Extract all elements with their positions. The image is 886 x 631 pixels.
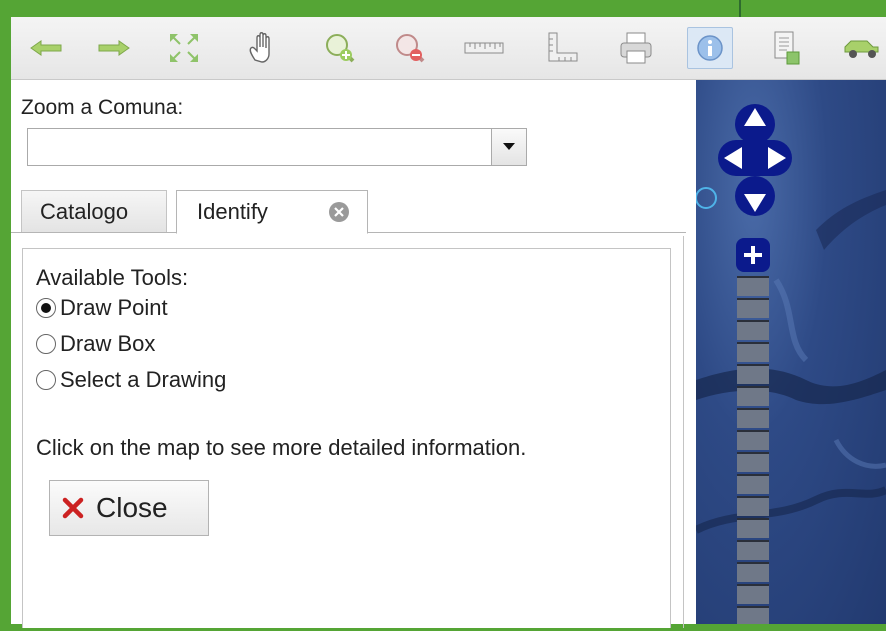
measure-distance-button[interactable] bbox=[461, 27, 507, 69]
full-extent-button[interactable] bbox=[161, 27, 207, 69]
zoom-level-step[interactable] bbox=[737, 364, 769, 384]
frame-left bbox=[0, 0, 11, 631]
info-icon bbox=[697, 35, 723, 61]
next-extent-button[interactable] bbox=[91, 27, 137, 69]
map-toolbar bbox=[11, 17, 886, 80]
printer-icon bbox=[620, 32, 652, 64]
select-drawing-option[interactable]: Select a Drawing bbox=[36, 367, 226, 393]
select-drawing-radio[interactable] bbox=[36, 370, 56, 390]
pan-button[interactable] bbox=[239, 27, 285, 69]
arrow-left-icon bbox=[30, 40, 62, 56]
identify-panel: Available Tools: Draw Point Draw Box Sel… bbox=[22, 248, 671, 628]
route-button[interactable] bbox=[839, 27, 885, 69]
zoom-level-step[interactable] bbox=[737, 496, 769, 516]
measure-area-button[interactable] bbox=[539, 27, 585, 69]
tab-catalogo[interactable]: Catalogo bbox=[21, 190, 167, 233]
print-button[interactable] bbox=[613, 27, 659, 69]
measure-area-icon bbox=[548, 32, 578, 62]
chevron-down-icon bbox=[503, 143, 515, 150]
zoom-level-step[interactable] bbox=[737, 320, 769, 340]
draw-box-option[interactable]: Draw Box bbox=[36, 331, 155, 357]
close-button[interactable]: Close bbox=[49, 480, 209, 536]
zoom-level-step[interactable] bbox=[737, 298, 769, 318]
report-button[interactable] bbox=[763, 27, 809, 69]
dropdown-arrow-button[interactable] bbox=[491, 129, 526, 165]
identify-button[interactable] bbox=[687, 27, 733, 69]
zoom-level-step[interactable] bbox=[737, 606, 769, 624]
zoom-level-step[interactable] bbox=[737, 518, 769, 538]
zoom-plus-button[interactable] bbox=[734, 238, 772, 274]
panel-right-border bbox=[683, 236, 684, 628]
zoom-level-step[interactable] bbox=[737, 408, 769, 428]
tab-catalogo-label: Catalogo bbox=[40, 199, 129, 224]
select-drawing-label: Select a Drawing bbox=[60, 367, 227, 392]
zoom-level-step[interactable] bbox=[737, 540, 769, 560]
draw-box-radio[interactable] bbox=[36, 334, 56, 354]
document-icon bbox=[774, 31, 800, 65]
zoom-out-icon bbox=[396, 34, 425, 63]
car-icon bbox=[844, 40, 879, 58]
pan-hand-icon bbox=[249, 32, 270, 63]
zoom-level-step[interactable] bbox=[737, 452, 769, 472]
zoom-level-step[interactable] bbox=[737, 342, 769, 362]
zoom-level-step[interactable] bbox=[737, 474, 769, 494]
draw-point-radio[interactable] bbox=[36, 298, 56, 318]
zoom-level-step[interactable] bbox=[737, 386, 769, 406]
zoom-level-step[interactable] bbox=[737, 562, 769, 582]
close-icon bbox=[62, 497, 84, 519]
available-tools-label: Available Tools: bbox=[36, 265, 189, 290]
zoom-comuna-label: Zoom a Comuna: bbox=[21, 96, 184, 119]
zoom-level-step[interactable] bbox=[737, 430, 769, 450]
draw-point-option[interactable]: Draw Point bbox=[36, 295, 168, 321]
zoom-in-button[interactable] bbox=[317, 27, 363, 69]
draw-box-label: Draw Box bbox=[60, 331, 156, 356]
previous-extent-button[interactable] bbox=[23, 27, 69, 69]
zoom-level-step[interactable] bbox=[737, 276, 769, 296]
zoom-level-step[interactable] bbox=[737, 584, 769, 604]
close-button-label: Close bbox=[96, 492, 168, 523]
map-view[interactable] bbox=[696, 80, 886, 624]
comuna-select[interactable] bbox=[27, 128, 527, 166]
draw-point-label: Draw Point bbox=[60, 295, 168, 320]
full-extent-icon bbox=[170, 34, 198, 62]
zoom-out-button[interactable] bbox=[387, 27, 433, 69]
identify-instructions: Click on the map to see more detailed in… bbox=[36, 435, 527, 460]
tab-identify[interactable]: Identify bbox=[176, 190, 368, 234]
tab-identify-label: Identify bbox=[197, 199, 268, 224]
side-panel: Zoom a Comuna: Catalogo Identify Availab… bbox=[11, 80, 696, 628]
zoom-slider[interactable] bbox=[734, 238, 772, 624]
pan-navigation-control bbox=[718, 104, 792, 216]
frame-top bbox=[0, 0, 886, 17]
tab-close-icon[interactable] bbox=[329, 202, 349, 222]
arrow-right-icon bbox=[98, 40, 130, 56]
ruler-icon bbox=[464, 42, 504, 54]
zoom-in-icon bbox=[326, 34, 355, 63]
